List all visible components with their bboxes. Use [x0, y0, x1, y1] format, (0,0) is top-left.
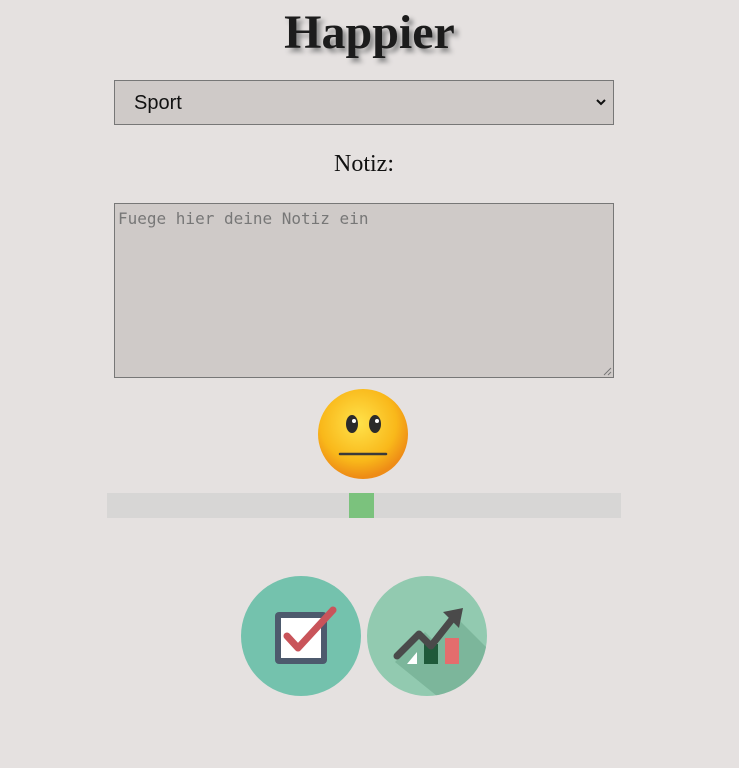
note-textarea[interactable]: Fuege hier deine Notiz ein: [114, 203, 614, 378]
note-label: Notiz:: [334, 151, 394, 177]
note-placeholder: Fuege hier deine Notiz ein: [118, 209, 369, 228]
checkbox-check-icon: [275, 606, 337, 664]
chevron-down-icon: [596, 99, 606, 106]
save-entry-button[interactable]: [241, 576, 361, 696]
mood-slider-thumb[interactable]: [349, 493, 374, 518]
trend-chart-icon: [393, 608, 487, 696]
statistics-button[interactable]: [367, 576, 487, 696]
resize-grip-icon[interactable]: [602, 366, 612, 376]
neutral-face-emoji-icon: [318, 389, 408, 479]
app-title: Happier: [284, 6, 455, 59]
category-select-value: Sport: [134, 92, 182, 114]
category-select[interactable]: Sport: [114, 80, 614, 125]
mood-slider[interactable]: [107, 493, 621, 518]
